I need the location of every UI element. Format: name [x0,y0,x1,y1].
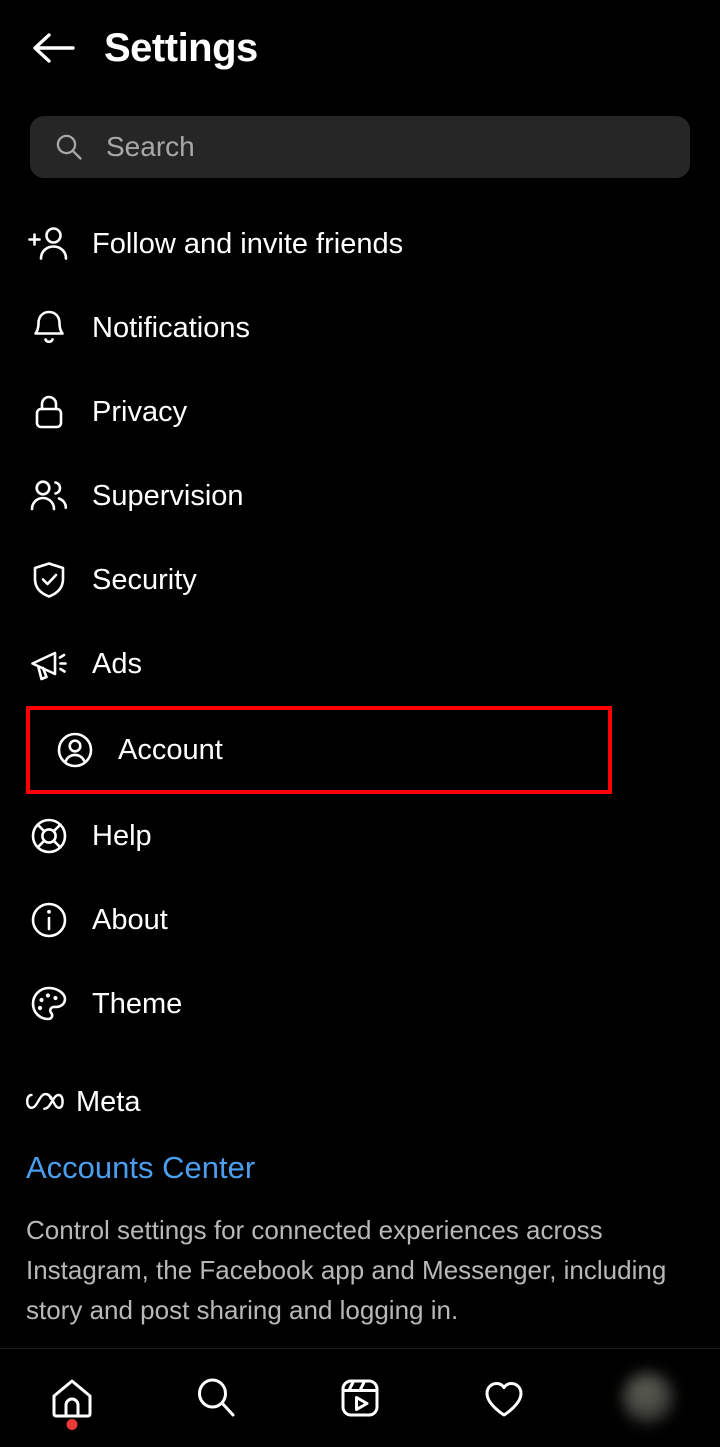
menu-item-label: About [92,903,168,936]
menu-item-label: Theme [92,987,183,1020]
menu-item-theme[interactable]: Theme [0,962,720,1046]
menu-item-supervision[interactable]: Supervision [0,454,720,538]
menu-item-account[interactable]: Account [26,706,612,794]
menu-item-notifications[interactable]: Notifications [0,286,720,370]
nav-item-profile[interactable] [576,1349,720,1447]
search-input[interactable]: Search [30,116,690,178]
back-arrow-icon [33,33,75,63]
settings-screen: Settings Search Follow and invite friend… [0,0,720,1447]
menu-item-label: Help [92,819,152,852]
menu-item-label: Supervision [92,479,244,512]
menu-item-about[interactable]: About [0,878,720,962]
app-header: Settings [0,0,720,96]
menu-item-label: Privacy [92,395,188,428]
people-icon [26,473,72,519]
nav-item-home[interactable] [0,1349,144,1447]
menu-item-label: Follow and invite friends [92,227,404,260]
meta-brand-name: Meta [76,1085,141,1118]
bottom-navigation-bar [0,1348,720,1447]
meta-section: Meta Accounts Center Control settings fo… [26,1080,694,1330]
nav-item-reels[interactable] [288,1349,432,1447]
menu-item-label: Ads [92,647,142,680]
meta-description: Control settings for connected experienc… [26,1215,667,1325]
search-placeholder: Search [106,131,195,162]
palette-icon [26,981,72,1027]
meta-infinity-logo [26,1092,64,1110]
menu-item-follow-and-invite-friends[interactable]: Follow and invite friends [0,202,720,286]
menu-item-label: Notifications [92,311,250,344]
life-ring-icon [26,813,72,859]
meta-brand: Meta [26,1080,694,1124]
nav-item-activity[interactable] [432,1349,576,1447]
menu-item-label: Account [118,733,223,766]
menu-item-help[interactable]: Help [0,794,720,878]
search-icon [198,1378,235,1417]
info-circle-icon [26,897,72,943]
settings-menu: Follow and invite friends Notifications [0,202,720,1046]
megaphone-icon [26,641,72,687]
menu-item-privacy[interactable]: Privacy [0,370,720,454]
page-title: Settings [104,25,258,70]
nav-item-search[interactable] [144,1349,288,1447]
search-icon [56,134,82,160]
account-circle-icon [52,727,98,773]
bell-icon [26,305,72,351]
home-icon [52,1379,92,1418]
lock-icon [26,389,72,435]
home-badge-dot [66,1418,78,1430]
menu-item-label: Security [92,563,197,596]
menu-item-ads[interactable]: Ads [0,622,720,706]
reels-icon [341,1379,379,1417]
shield-check-icon [26,557,72,603]
accounts-center-link[interactable]: Accounts Center [26,1150,694,1186]
menu-item-security[interactable]: Security [0,538,720,622]
avatar [622,1372,674,1424]
back-button[interactable] [26,20,82,76]
person-add-icon [26,221,72,267]
heart-icon [485,1382,523,1417]
